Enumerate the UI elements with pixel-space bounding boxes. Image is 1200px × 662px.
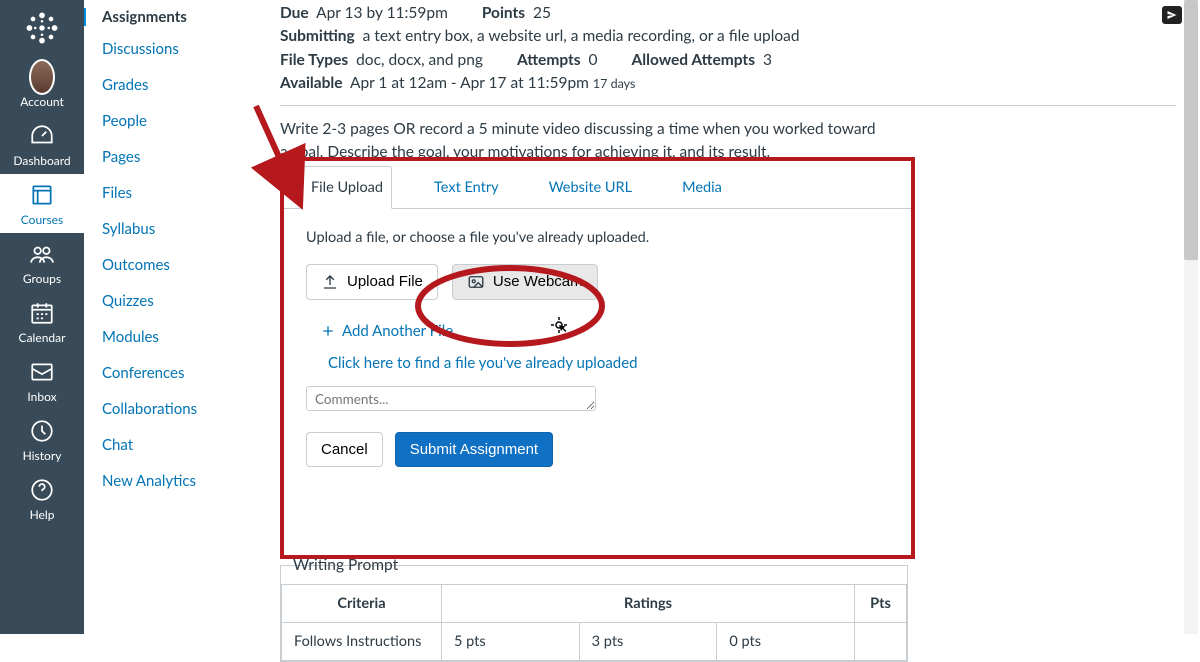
nav-label: History <box>23 448 62 463</box>
nav-label: Groups <box>23 271 61 286</box>
course-nav-modules[interactable]: Modules <box>102 328 246 346</box>
upload-prompt: Upload a file, or choose a file you've a… <box>306 229 889 246</box>
tab-text-entry[interactable]: Text Entry <box>426 167 507 208</box>
add-another-label: Add Another File <box>342 322 453 340</box>
points-value: 25 <box>533 4 551 22</box>
attempts-label: Attempts <box>517 51 581 69</box>
nav-help[interactable]: Help <box>0 469 84 528</box>
use-webcam-button[interactable]: Use Webcam <box>452 264 598 300</box>
available-label: Available <box>280 74 343 92</box>
canvas-logo-icon <box>24 10 60 46</box>
due-value: Apr 13 by 11:59pm <box>316 4 448 22</box>
course-nav-outcomes[interactable]: Outcomes <box>102 256 246 274</box>
divider <box>280 105 1176 106</box>
course-nav-grades[interactable]: Grades <box>102 76 246 94</box>
course-nav-conferences[interactable]: Conferences <box>102 364 246 382</box>
upload-file-label: Upload File <box>347 273 423 290</box>
nav-history[interactable]: History <box>0 410 84 469</box>
brand-logo[interactable] <box>22 8 62 48</box>
submitting-label: Submitting <box>280 27 355 45</box>
course-nav-pages[interactable]: Pages <box>102 148 246 166</box>
rubric-header-criteria: Criteria <box>282 584 442 622</box>
tab-body-file-upload: Upload a file, or choose a file you've a… <box>284 209 911 487</box>
help-icon <box>29 477 55 503</box>
nav-label: Dashboard <box>13 153 70 168</box>
image-icon <box>467 273 485 291</box>
submitting-value: a text entry box, a website url, a media… <box>363 27 800 45</box>
comments-input[interactable] <box>306 386 596 411</box>
rubric-row: Follows Instructions 5 pts 3 pts 0 pts <box>282 622 907 660</box>
main-content: Due Apr 13 by 11:59pm Points 25 Submitti… <box>280 0 1176 634</box>
tab-website-url[interactable]: Website URL <box>541 167 640 208</box>
submission-tabs: File Upload Text Entry Website URL Media <box>284 161 911 209</box>
available-value: Apr 1 at 12am - Apr 17 at 11:59pm <box>350 74 589 92</box>
course-nav-people[interactable]: People <box>102 112 246 130</box>
submit-assignment-button[interactable]: Submit Assignment <box>395 432 553 467</box>
tab-media[interactable]: Media <box>674 167 730 208</box>
tab-file-upload[interactable]: File Upload <box>302 166 392 209</box>
nav-inbox[interactable]: Inbox <box>0 351 84 410</box>
course-nav-syllabus[interactable]: Syllabus <box>102 220 246 238</box>
rubric-rating-2: 0 pts <box>717 623 854 660</box>
plus-icon <box>320 323 336 339</box>
add-another-file[interactable]: Add Another File <box>320 322 453 340</box>
use-webcam-label: Use Webcam <box>493 273 583 290</box>
send-icon <box>1166 9 1178 21</box>
due-label: Due <box>280 4 309 22</box>
rubric-rating-0: 5 pts <box>442 623 580 660</box>
rubric-pts <box>855 622 907 660</box>
available-days: 17 days <box>593 76 636 91</box>
calendar-icon <box>29 300 55 326</box>
course-nav-files[interactable]: Files <box>102 184 246 202</box>
assignment-meta: Due Apr 13 by 11:59pm Points 25 Submitti… <box>280 0 1176 95</box>
upload-icon <box>321 273 339 291</box>
course-nav-discussions[interactable]: Discussions <box>102 40 246 58</box>
nav-groups[interactable]: Groups <box>0 233 84 292</box>
allowed-label: Allowed Attempts <box>632 51 756 69</box>
rubric-rating-1: 3 pts <box>580 623 718 660</box>
avatar <box>29 59 55 95</box>
nav-account[interactable]: Account <box>0 56 84 115</box>
dashboard-icon <box>29 123 55 149</box>
nav-label: Courses <box>21 212 63 227</box>
scrollbar-thumb[interactable] <box>1184 0 1198 260</box>
nav-label: Inbox <box>27 389 56 404</box>
courses-icon <box>29 182 55 208</box>
course-nav-quizzes[interactable]: Quizzes <box>102 292 246 310</box>
rubric-title: Writing Prompt <box>285 556 406 574</box>
upload-file-button[interactable]: Upload File <box>306 264 438 300</box>
nav-label: Calendar <box>19 330 66 345</box>
nav-calendar[interactable]: Calendar <box>0 292 84 351</box>
history-icon <box>29 418 55 444</box>
nav-label: Help <box>30 507 55 522</box>
rubric-header-ratings: Ratings <box>442 584 855 622</box>
points-label: Points <box>482 4 525 22</box>
global-nav: Account Dashboard Courses Groups Calenda… <box>0 0 84 634</box>
attempts-value: 0 <box>589 51 598 69</box>
rubric-criteria: Follows Instructions <box>282 622 442 660</box>
inbox-icon <box>29 359 55 385</box>
nav-dashboard[interactable]: Dashboard <box>0 115 84 174</box>
course-nav: Assignments Discussions Grades People Pa… <box>84 0 264 634</box>
rubric-header-pts: Pts <box>855 584 907 622</box>
course-nav-collaborations[interactable]: Collaborations <box>102 400 246 418</box>
submission-area: File Upload Text Entry Website URL Media… <box>280 157 915 559</box>
nav-label: Account <box>20 94 64 109</box>
course-nav-active[interactable]: Assignments <box>84 8 246 26</box>
find-uploaded-file[interactable]: Click here to find a file you've already… <box>328 354 889 372</box>
course-nav-chat[interactable]: Chat <box>102 436 246 454</box>
filetypes-value: doc, docx, and png <box>356 51 483 69</box>
rubric: Writing Prompt Criteria Ratings Pts Foll… <box>280 565 908 662</box>
rubric-ratings: 5 pts 3 pts 0 pts <box>442 622 855 660</box>
nav-courses[interactable]: Courses <box>0 174 84 233</box>
immersive-reader-badge[interactable] <box>1162 6 1182 24</box>
groups-icon <box>29 241 55 267</box>
course-nav-new-analytics[interactable]: New Analytics <box>102 472 246 490</box>
allowed-value: 3 <box>763 51 772 69</box>
cancel-button[interactable]: Cancel <box>306 432 383 467</box>
filetypes-label: File Types <box>280 51 348 69</box>
